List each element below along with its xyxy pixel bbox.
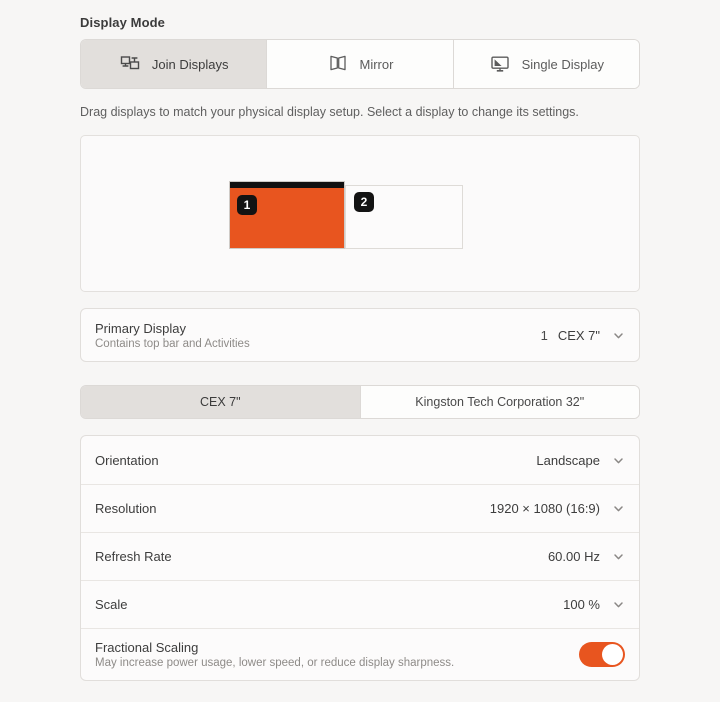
fractional-scaling-row[interactable]: Fractional Scaling May increase power us… <box>81 628 639 680</box>
primary-display-title: Primary Display <box>95 320 187 336</box>
orientation-row[interactable]: Orientation Landscape <box>81 436 639 484</box>
display-mode-switcher: Join Displays Mirror Single Display <box>80 39 640 89</box>
refresh-rate-value-group[interactable]: 60.00 Hz <box>548 549 625 564</box>
single-display-icon <box>489 53 511 75</box>
primary-display-subtitle: Contains top bar and Activities <box>95 337 250 350</box>
display-mode-heading: Display Mode <box>80 15 165 30</box>
scale-value: 100 % <box>563 597 600 612</box>
display-mode-join-displays-label: Join Displays <box>151 56 229 72</box>
display-mode-join-displays-button[interactable]: Join Displays <box>81 40 268 88</box>
arrangement-hint-text: Drag displays to match your physical dis… <box>80 105 579 119</box>
primary-display-value: CEX 7" <box>557 327 600 343</box>
scale-row[interactable]: Scale 100 % <box>81 580 639 628</box>
monitor-preview-1[interactable]: 1 <box>229 181 345 249</box>
monitor-preview-2[interactable]: 2 <box>345 185 463 249</box>
resolution-value: 1920 × 1080 (16:9) <box>489 501 600 516</box>
fractional-scaling-toggle[interactable] <box>579 642 625 667</box>
primary-display-index: 1 <box>540 327 548 343</box>
mirror-icon <box>327 53 349 75</box>
monitor-1-top-bar <box>230 182 344 188</box>
primary-display-value-group[interactable]: 1 CEX 7" <box>541 328 625 343</box>
monitor-1-badge: 1 <box>237 195 257 215</box>
fractional-scaling-subtitle: May increase power usage, lower speed, o… <box>95 657 455 669</box>
primary-display-labels: Primary Display Contains top bar and Act… <box>95 321 250 350</box>
join-displays-icon <box>119 53 141 75</box>
toggle-knob <box>602 644 623 665</box>
refresh-rate-value: 60.00 Hz <box>547 549 600 564</box>
primary-display-row[interactable]: Primary Display Contains top bar and Act… <box>81 309 639 361</box>
resolution-value-group[interactable]: 1920 × 1080 (16:9) <box>490 501 625 516</box>
display-tab-kingston-label: Kingston Tech Corporation 32" <box>415 395 585 409</box>
monitor-2-badge: 2 <box>354 192 374 212</box>
primary-display-card: Primary Display Contains top bar and Act… <box>80 308 640 362</box>
chevron-down-icon <box>612 502 625 515</box>
resolution-label: Resolution <box>95 501 157 516</box>
display-mode-mirror-label: Mirror <box>359 56 394 72</box>
display-settings-page: Display Mode Join Displays Mirror Single… <box>0 0 720 702</box>
chevron-down-icon <box>612 454 625 467</box>
chevron-down-icon <box>612 550 625 563</box>
fractional-scaling-labels: Fractional Scaling May increase power us… <box>95 640 454 669</box>
scale-value-group[interactable]: 100 % <box>563 597 625 612</box>
orientation-value-group[interactable]: Landscape <box>536 453 625 468</box>
resolution-row[interactable]: Resolution 1920 × 1080 (16:9) <box>81 484 639 532</box>
display-mode-single-display-button[interactable]: Single Display <box>453 40 639 88</box>
fractional-scaling-title: Fractional Scaling <box>95 640 199 655</box>
orientation-label: Orientation <box>95 452 159 468</box>
display-mode-mirror-button[interactable]: Mirror <box>267 40 454 88</box>
display-selector-tabs: CEX 7" Kingston Tech Corporation 32" <box>80 385 640 419</box>
display-tab-cex-label: CEX 7" <box>199 395 241 409</box>
scale-label: Scale <box>95 597 128 612</box>
orientation-value: Landscape <box>536 452 600 468</box>
display-mode-single-display-label: Single Display <box>521 56 604 72</box>
chevron-down-icon <box>612 598 625 611</box>
display-arrangement-canvas[interactable]: 1 2 <box>80 135 640 292</box>
display-tab-kingston[interactable]: Kingston Tech Corporation 32" <box>360 386 639 418</box>
refresh-rate-row[interactable]: Refresh Rate 60.00 Hz <box>81 532 639 580</box>
display-settings-card: Orientation Landscape Resolution 1920 × … <box>80 435 640 681</box>
chevron-down-icon <box>612 329 625 342</box>
refresh-rate-label: Refresh Rate <box>95 549 172 564</box>
display-tab-cex[interactable]: CEX 7" <box>81 386 361 418</box>
